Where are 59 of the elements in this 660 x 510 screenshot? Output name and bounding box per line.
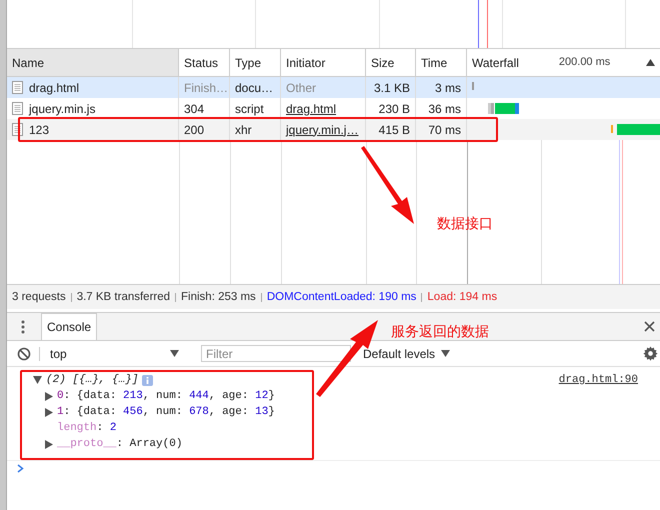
column-header[interactable]: Size [366, 49, 416, 76]
prompt-icon [17, 464, 24, 473]
expand-arrow-icon[interactable] [45, 440, 53, 448]
request-row[interactable]: drag.html Finish… docu… Other 3.1 KB 3 ms [7, 77, 660, 98]
summary-text: 3.7 KB transferred [76, 291, 170, 303]
info-icon [142, 374, 154, 386]
array-preview: (2) [{…}, {…}] [46, 374, 138, 386]
console-tab[interactable]: Console [41, 313, 98, 340]
expand-arrow-icon[interactable] [45, 408, 53, 416]
annotation-label: 服务返回的数据 [391, 323, 489, 341]
filter-field[interactable]: Filter [201, 345, 351, 362]
document-icon [12, 102, 23, 115]
request-name: drag.html [29, 80, 80, 94]
request-row[interactable]: 123 200 xhr jquery.min.j… 415 B 70 ms [7, 119, 660, 140]
console-entry: length: 2 [57, 422, 116, 434]
initiator-link[interactable]: drag.html [286, 102, 336, 116]
waterfall-bar [488, 103, 520, 114]
type-cell: docu… [230, 77, 281, 98]
time-scale-label: 200.00 ms [558, 56, 610, 68]
column-header[interactable]: Name [7, 49, 179, 76]
summary-text: 3 requests [12, 291, 66, 303]
context-select[interactable]: top [39, 346, 187, 360]
column-header[interactable]: Initiator [281, 49, 366, 76]
summary-text: Load: 194 ms [427, 291, 498, 303]
caret-icon [170, 350, 179, 357]
sort-up-icon[interactable] [646, 59, 655, 66]
caret-icon [441, 350, 450, 357]
document-icon [12, 81, 23, 94]
initiator-cell: Other [286, 80, 316, 94]
console-entry: 1: {data: 456, num: 678, age: 13} [57, 406, 275, 418]
column-header[interactable]: Type [230, 49, 281, 76]
summary-text: Finish: 253 ms [181, 291, 256, 303]
status-cell: 200 [179, 119, 230, 140]
source-link[interactable]: drag.html:90 [558, 374, 638, 386]
time-cell: 3 ms [416, 77, 467, 98]
console-entry: __proto__: Array(0) [57, 438, 182, 450]
summary-text: DOMContentLoaded: 190 ms [266, 291, 416, 303]
type-cell: xhr [230, 119, 281, 140]
column-header[interactable]: Status [179, 49, 230, 76]
status-cell: Finish… [179, 77, 230, 98]
expand-arrow-icon[interactable] [45, 392, 53, 400]
more-options-icon[interactable] [21, 320, 25, 334]
time-cell: 70 ms [416, 119, 467, 140]
levels-dropdown[interactable]: Default levels [363, 346, 450, 360]
expand-arrow-icon[interactable] [33, 376, 42, 384]
waterfall-bar [611, 124, 660, 135]
size-cell: 3.1 KB [366, 77, 416, 98]
annotation-label: 数据接口 [437, 215, 493, 233]
column-header[interactable]: Waterfall [472, 56, 519, 70]
settings-icon[interactable] [643, 346, 658, 361]
initiator-link[interactable]: jquery.min.j… [286, 122, 358, 136]
waterfall-bar [472, 82, 475, 90]
column-header[interactable]: Time [416, 49, 467, 76]
console-entry: 0: {data: 213, num: 444, age: 12} [57, 390, 275, 402]
clear-icon[interactable] [17, 346, 31, 360]
request-name: jquery.min.js [29, 102, 96, 116]
close-icon[interactable] [644, 321, 655, 332]
request-name: 123 [29, 122, 50, 136]
size-cell: 415 B [366, 119, 416, 140]
